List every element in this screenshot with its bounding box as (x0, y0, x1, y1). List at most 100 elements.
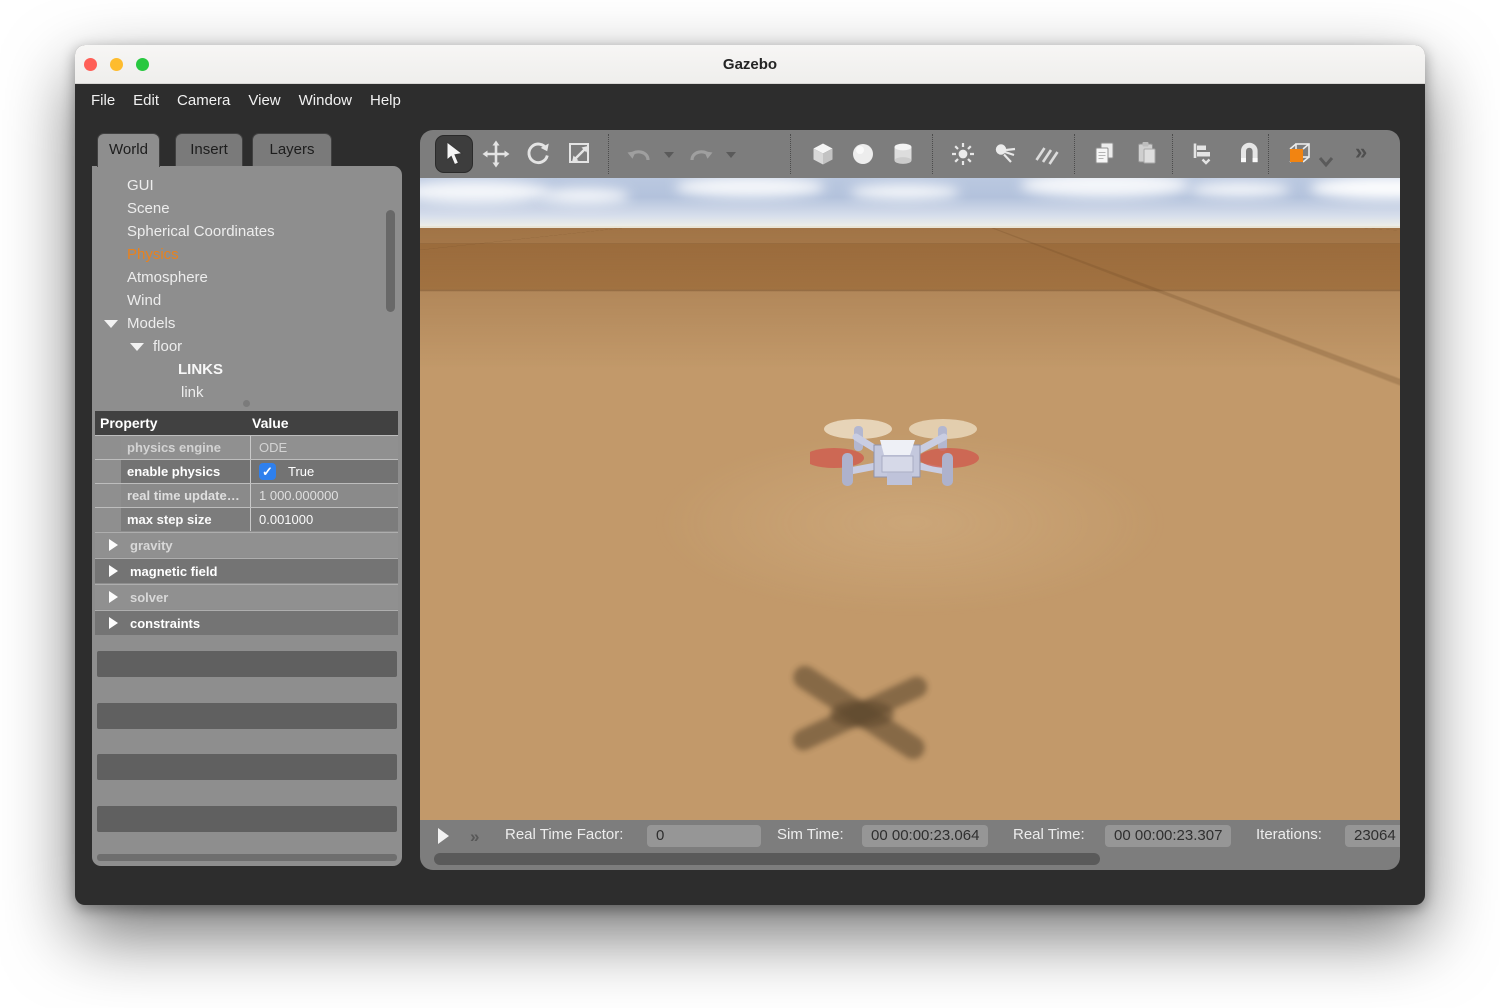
cylinder-icon (888, 139, 918, 169)
iterations-value: 23064 (1345, 825, 1400, 847)
redo-button[interactable] (682, 135, 720, 173)
rotate-tool-button[interactable] (519, 135, 557, 173)
real-time-label: Real Time: (1013, 826, 1085, 843)
render-toolbar: » (420, 130, 1400, 178)
insert-cylinder-button[interactable] (884, 135, 922, 173)
title-bar: Gazebo (75, 45, 1425, 84)
spot-light-button[interactable] (986, 135, 1024, 173)
status-overflow-icon[interactable]: » (470, 827, 477, 847)
paste-button[interactable] (1128, 135, 1166, 173)
tree-item-scene[interactable]: Scene (92, 197, 402, 220)
translate-tool-button[interactable] (477, 135, 515, 173)
undo-history-caret[interactable] (664, 152, 674, 158)
chevron-right-icon (109, 591, 118, 603)
tree-item-models[interactable]: Models (92, 312, 402, 335)
quadcopter-model[interactable] (810, 415, 985, 500)
tree-item-atmosphere[interactable]: Atmosphere (92, 266, 402, 289)
section-magnetic-field[interactable]: magnetic field (95, 558, 398, 583)
simulation-canvas[interactable] (420, 178, 1400, 820)
tree-item-floor[interactable]: floor (92, 335, 402, 358)
menu-bar: File Edit Camera View Window Help (75, 84, 1425, 116)
status-bar: » Real Time Factor: 0 Sim Time: 00 00:00… (420, 820, 1400, 852)
real-time-factor-label: Real Time Factor: (505, 826, 623, 843)
sky (420, 178, 1400, 228)
floor-x-marking (775, 665, 950, 765)
tree-item-links[interactable]: LINKS (92, 358, 402, 381)
enable-physics-value: True (288, 464, 314, 479)
enable-physics-checkbox[interactable]: ✓ (259, 463, 276, 480)
menu-camera[interactable]: Camera (168, 92, 239, 109)
table-row-real-time-update[interactable]: real time update… 1 000.000000 (95, 483, 398, 507)
section-gravity[interactable]: gravity (95, 532, 398, 557)
copy-icon (1090, 139, 1120, 169)
undo-button[interactable] (620, 135, 658, 173)
menu-view[interactable]: View (239, 92, 289, 109)
align-button[interactable] (1184, 135, 1222, 173)
world-tree: GUI Scene Spherical Coordinates Physics … (92, 174, 402, 404)
tab-insert[interactable]: Insert (175, 133, 243, 167)
real-time-value: 00 00:00:23.307 (1105, 825, 1231, 847)
view-cube-icon (1283, 138, 1315, 170)
render-viewport: » (420, 130, 1400, 870)
align-icon (1188, 139, 1218, 169)
tree-item-physics[interactable]: Physics (92, 243, 402, 266)
tree-item-wind[interactable]: Wind (92, 289, 402, 312)
real-time-update-value[interactable]: 1 000.000000 (250, 484, 398, 507)
scale-arrows-icon (565, 139, 595, 169)
tree-item-spherical-coordinates[interactable]: Spherical Coordinates (92, 220, 402, 243)
expand-log-play-icon[interactable] (438, 828, 449, 844)
chevron-right-icon (109, 617, 118, 629)
move-arrows-icon (481, 139, 511, 169)
select-tool-button[interactable] (435, 135, 473, 173)
sphere-icon (848, 139, 878, 169)
sim-time-label: Sim Time: (777, 826, 844, 843)
world-panel: GUI Scene Spherical Coordinates Physics … (92, 166, 402, 866)
copy-button[interactable] (1086, 135, 1124, 173)
view-angle-button[interactable] (1280, 135, 1318, 173)
redo-history-caret[interactable] (726, 152, 736, 158)
toolbar-separator (932, 134, 933, 174)
menu-window[interactable]: Window (290, 92, 361, 109)
empty-row (97, 806, 397, 832)
gazebo-window: Gazebo File Edit Camera View Window Help… (75, 45, 1425, 905)
scale-tool-button[interactable] (561, 135, 599, 173)
insert-box-button[interactable] (804, 135, 842, 173)
table-row-max-step-size[interactable]: max step size 0.001000 (95, 507, 398, 531)
toolbar-overflow-button[interactable]: » (1355, 139, 1364, 165)
toolbar-separator (1172, 134, 1173, 174)
property-column-header: Property (95, 415, 158, 431)
chevron-down-icon[interactable] (104, 320, 118, 328)
section-constraints[interactable]: constraints (95, 610, 398, 635)
tree-scrollbar-thumb[interactable] (386, 210, 395, 312)
sim-time-value: 00 00:00:23.064 (862, 825, 988, 847)
menu-help[interactable]: Help (361, 92, 410, 109)
magnet-icon (1234, 139, 1264, 169)
section-solver[interactable]: solver (95, 584, 398, 609)
max-step-size-value[interactable]: 0.001000 (250, 508, 398, 531)
menu-file[interactable]: File (82, 92, 124, 109)
chevron-down-icon[interactable] (130, 343, 144, 351)
directional-light-button[interactable] (1028, 135, 1066, 173)
paste-icon (1132, 139, 1162, 169)
chevron-right-icon (109, 565, 118, 577)
directional-light-icon (1032, 139, 1062, 169)
tab-world[interactable]: World (97, 133, 160, 167)
box-icon (808, 139, 838, 169)
insert-sphere-button[interactable] (844, 135, 882, 173)
menu-edit[interactable]: Edit (124, 92, 168, 109)
toolbar-separator (1268, 134, 1269, 174)
tab-layers[interactable]: Layers (252, 133, 332, 167)
rotor-disc-front-left (810, 448, 864, 468)
table-row-enable-physics[interactable]: enable physics ✓ True (95, 459, 398, 483)
table-row-physics-engine[interactable]: physics engine ODE (95, 435, 398, 459)
point-light-button[interactable] (944, 135, 982, 173)
snap-button[interactable] (1230, 135, 1268, 173)
undo-arrow-icon (622, 139, 656, 169)
horizontal-scrollbar-thumb[interactable] (434, 853, 1100, 865)
tree-item-gui[interactable]: GUI (92, 174, 402, 197)
panel-splitter-handle[interactable] (243, 400, 250, 407)
rotate-arrows-icon (523, 139, 553, 169)
value-column-header: Value (252, 415, 289, 431)
view-angle-caret[interactable] (1318, 156, 1334, 168)
cursor-arrow-icon (439, 139, 469, 169)
